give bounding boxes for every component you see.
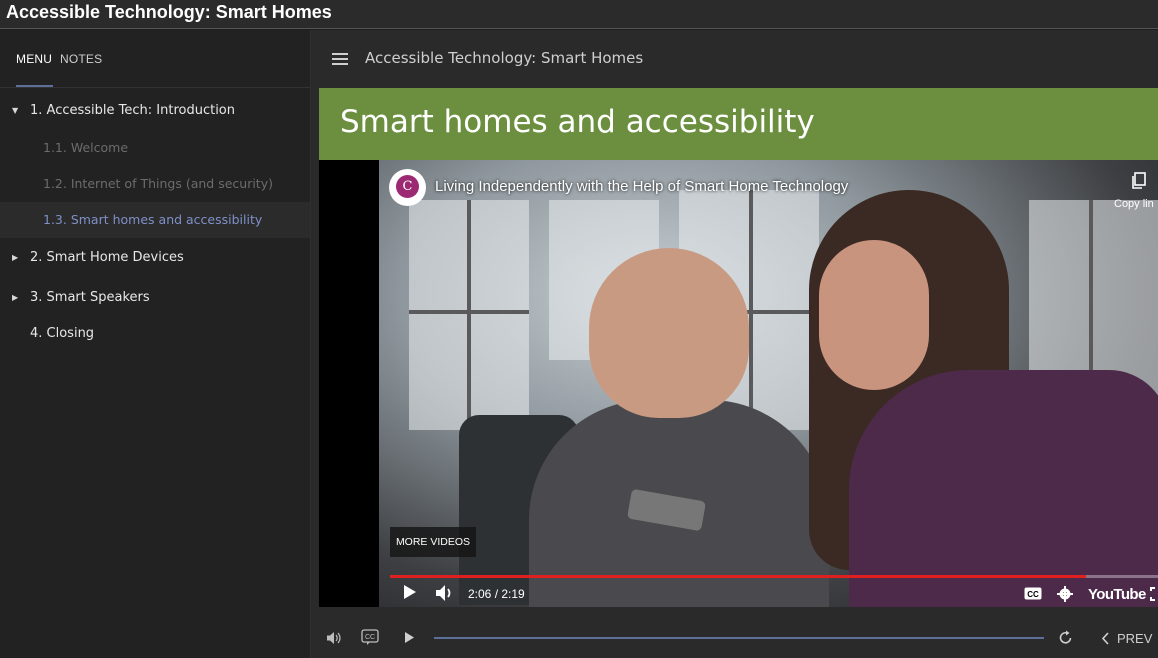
- tab-menu[interactable]: MENU: [16, 52, 52, 66]
- video-time: 2:06 / 2:19: [468, 587, 525, 601]
- sidebar-item-label: 1.1. Welcome: [43, 140, 129, 155]
- sidebar: MENU NOTES ▼ 1. Accessible Tech: Introdu…: [0, 30, 311, 658]
- sidebar-item-label: 1.2. Internet of Things (and security): [43, 176, 273, 191]
- svg-text:CC: CC: [1027, 590, 1039, 599]
- sidebar-item-label: 1. Accessible Tech: Introduction: [30, 103, 235, 118]
- caret-right-icon: ▶: [12, 253, 19, 262]
- slide-progress-track[interactable]: [434, 637, 1044, 639]
- fullscreen-icon[interactable]: [1150, 587, 1158, 601]
- volume-icon[interactable]: [435, 584, 455, 602]
- main-content: Accessible Technology: Smart Homes Smart…: [311, 30, 1158, 658]
- slide-play-icon[interactable]: [404, 631, 415, 644]
- caret-right-icon: ▶: [12, 293, 19, 302]
- slide-progress-fill: [434, 637, 1044, 639]
- tab-notes[interactable]: NOTES: [60, 52, 102, 66]
- youtube-logo[interactable]: YouTube: [1088, 586, 1146, 603]
- window-title: Accessible Technology: Smart Homes: [6, 2, 332, 22]
- video-player[interactable]: C Living Independently with the Help of …: [319, 160, 1158, 607]
- slide-banner: Smart homes and accessibility: [319, 88, 1158, 160]
- settings-gear-icon[interactable]: [1057, 586, 1073, 602]
- sidebar-item-label: 3. Smart Speakers: [30, 290, 150, 305]
- video-progress-bar[interactable]: [390, 575, 1158, 578]
- sidebar-item-iot[interactable]: 1.2. Internet of Things (and security): [0, 166, 310, 202]
- slide-player-bar: CC PREV: [311, 620, 1158, 658]
- caret-down-icon: ▼: [12, 106, 19, 115]
- slide-title: Smart homes and accessibility: [340, 104, 815, 140]
- video-frame: [379, 160, 1158, 607]
- prev-button[interactable]: PREV: [1117, 631, 1152, 646]
- sidebar-item-label: 4. Closing: [30, 326, 95, 341]
- closed-captions-icon[interactable]: CC: [361, 629, 379, 645]
- sidebar-item-smart-homes[interactable]: 1.3. Smart homes and accessibility: [0, 202, 310, 238]
- video-progress-fill: [390, 575, 1086, 578]
- svg-text:CC: CC: [365, 634, 375, 641]
- copy-link-icon[interactable]: [1131, 172, 1147, 190]
- sidebar-item-closing[interactable]: 4. Closing: [0, 326, 310, 346]
- window-title-bar: Accessible Technology: Smart Homes: [0, 0, 1158, 29]
- channel-logo-letter: C: [396, 175, 419, 198]
- hamburger-menu-icon[interactable]: [332, 53, 348, 65]
- sidebar-item-label: 2. Smart Home Devices: [30, 250, 184, 265]
- sidebar-tabs: MENU NOTES: [0, 30, 311, 88]
- audio-icon[interactable]: [326, 631, 342, 645]
- sidebar-item-welcome[interactable]: 1.1. Welcome: [0, 130, 310, 166]
- active-tab-indicator: [16, 85, 53, 87]
- replay-icon[interactable]: [1058, 630, 1073, 645]
- sidebar-item-speakers[interactable]: ▶ 3. Smart Speakers: [0, 290, 310, 310]
- video-title[interactable]: Living Independently with the Help of Sm…: [435, 178, 848, 195]
- sidebar-item-introduction[interactable]: ▼ 1. Accessible Tech: Introduction: [0, 103, 310, 123]
- copy-link-label[interactable]: Copy lin: [1114, 198, 1154, 210]
- course-title: Accessible Technology: Smart Homes: [365, 49, 644, 67]
- channel-logo[interactable]: C: [389, 169, 426, 206]
- sidebar-item-devices[interactable]: ▶ 2. Smart Home Devices: [0, 250, 310, 270]
- chevron-left-icon[interactable]: [1101, 632, 1110, 645]
- play-icon[interactable]: [403, 584, 417, 600]
- captions-icon[interactable]: CC: [1024, 587, 1042, 600]
- more-videos-button[interactable]: MORE VIDEOS: [390, 527, 476, 557]
- sidebar-item-label: 1.3. Smart homes and accessibility: [43, 212, 263, 227]
